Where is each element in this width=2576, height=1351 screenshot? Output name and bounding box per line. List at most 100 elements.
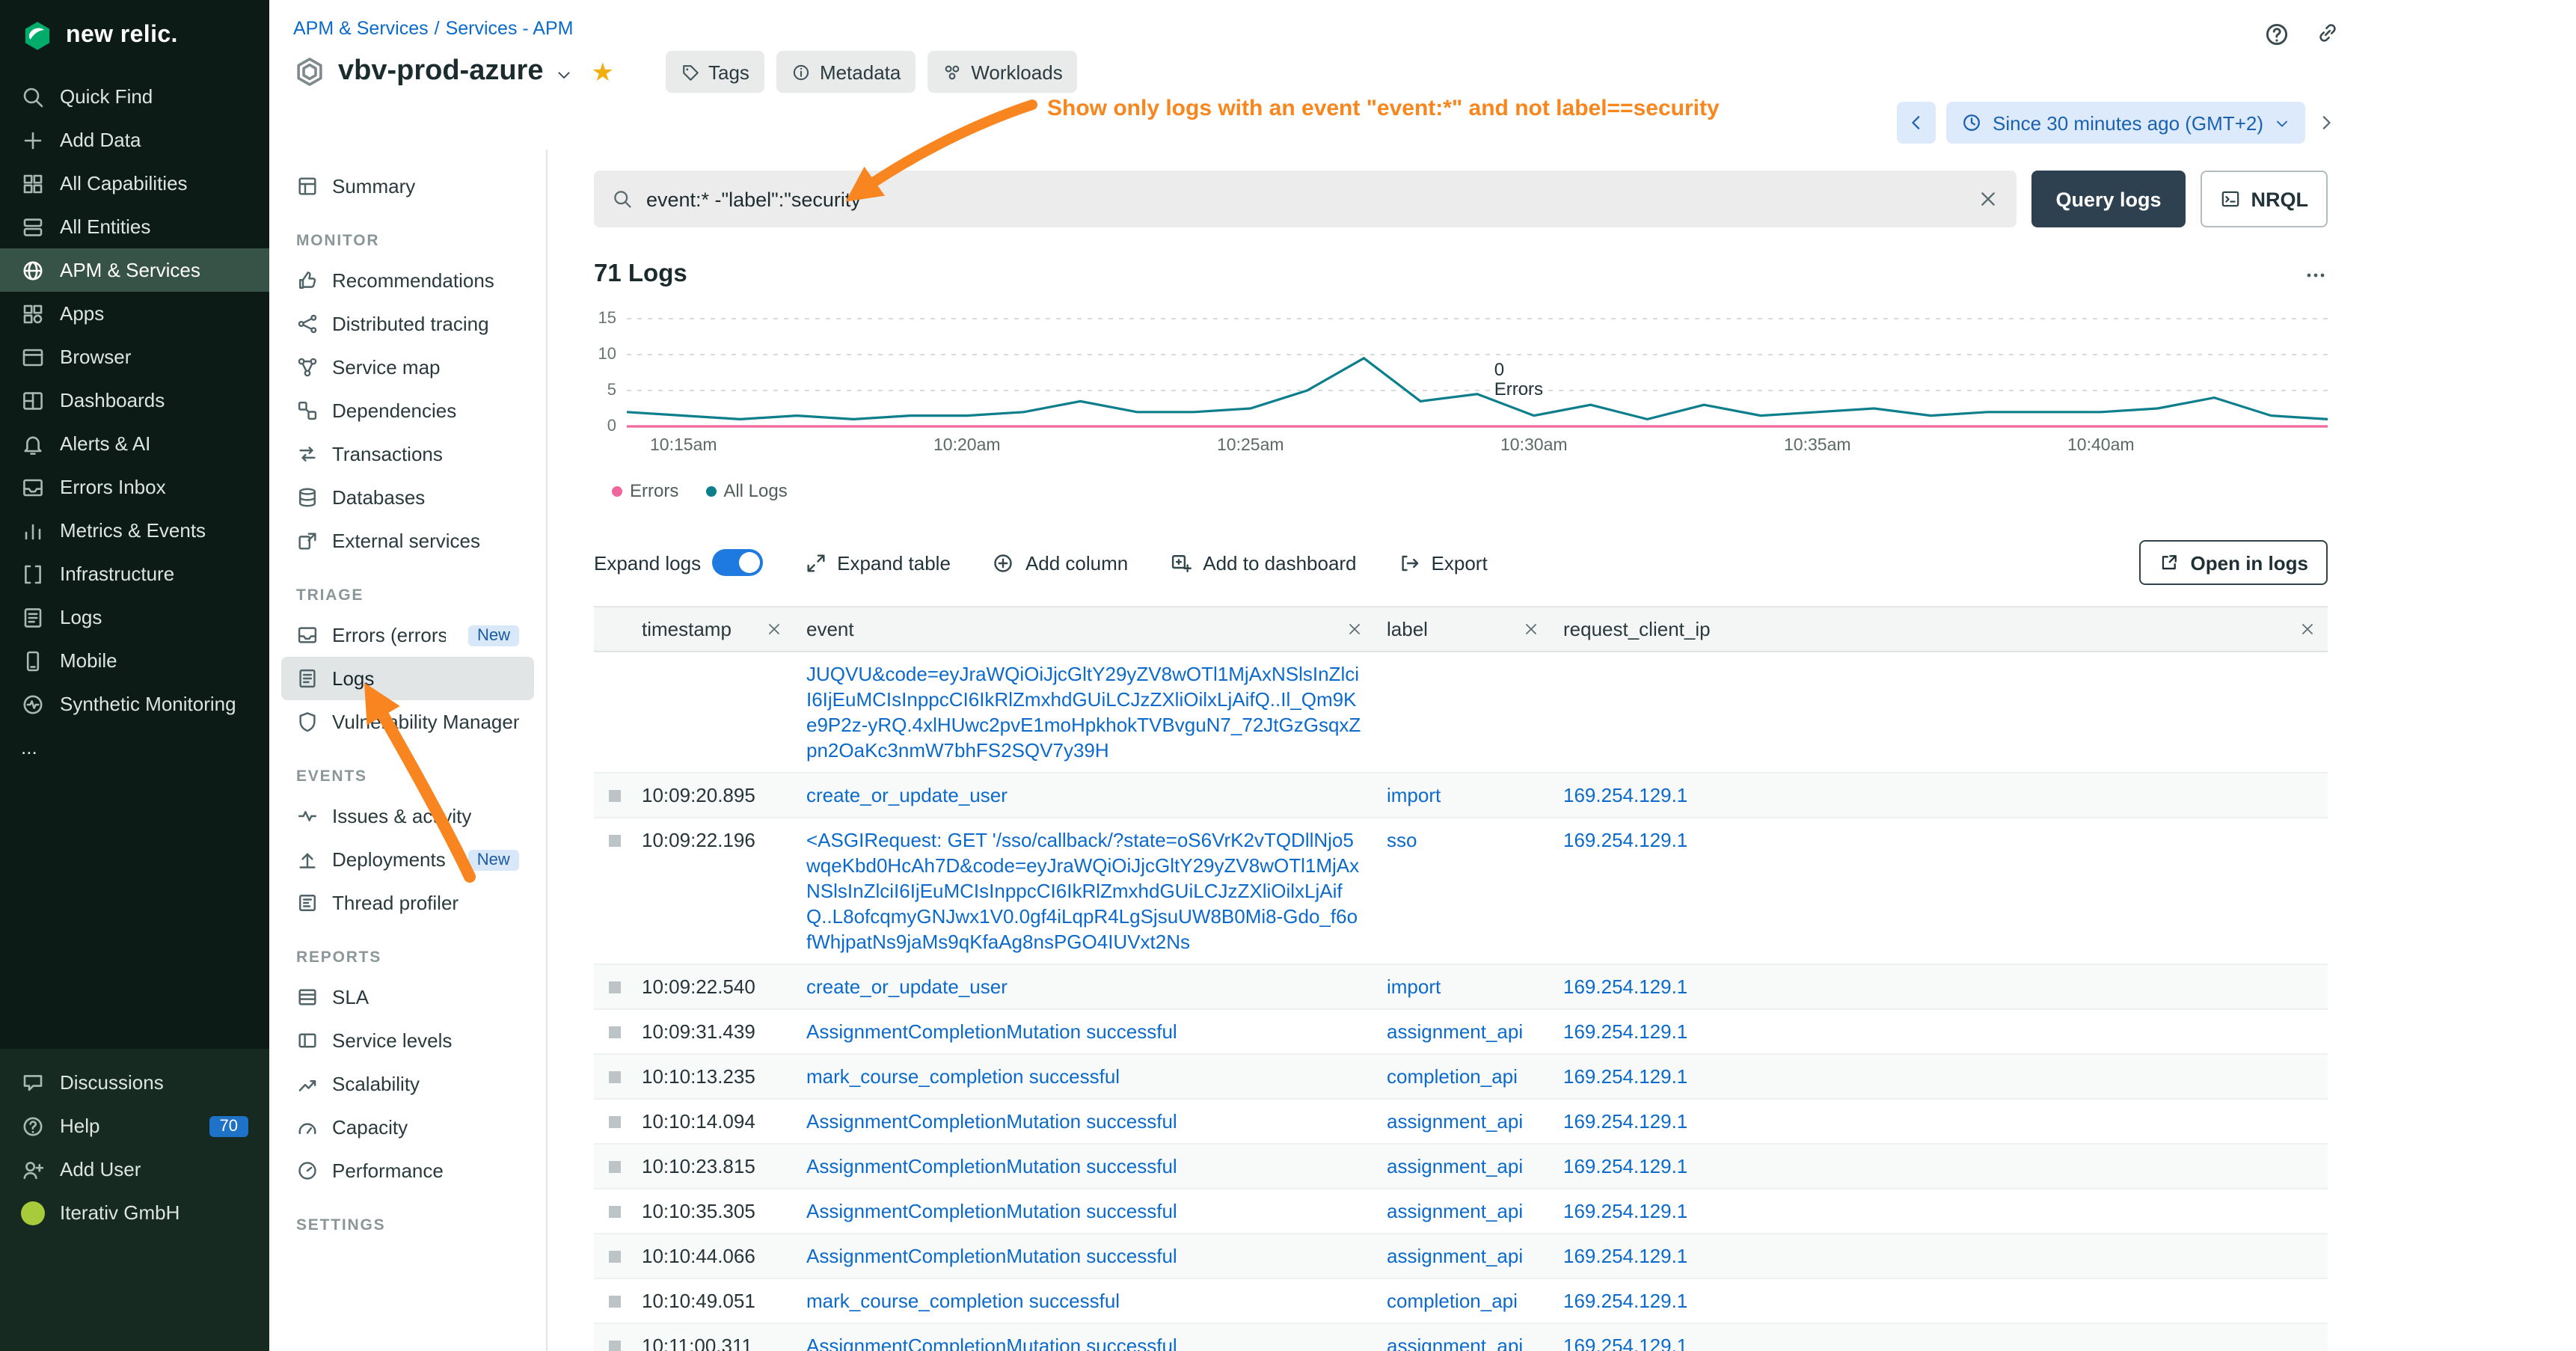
log-event-link[interactable]: AssignmentCompletionMutation successful [806, 1020, 1177, 1043]
query-logs-button[interactable]: Query logs [2031, 171, 2185, 227]
sidebar-item-all-capabilities[interactable]: All Capabilities [0, 162, 269, 205]
nrql-button[interactable]: NRQL [2201, 171, 2328, 227]
table-row[interactable]: 10:09:22.196 <ASGIRequest: GET '/sso/cal… [594, 818, 2328, 965]
logs-search-input[interactable] [646, 188, 1964, 210]
log-label-link[interactable]: completion_api [1387, 1290, 1518, 1312]
sidebar-item-account[interactable]: Iterativ GmbH [0, 1191, 269, 1234]
sidebar-item-alerts-ai[interactable]: Alerts & AI [0, 422, 269, 465]
table-row[interactable]: 10:10:35.305 AssignmentCompletionMutatio… [594, 1189, 2328, 1234]
log-ip-link[interactable]: 169.254.129.1 [1563, 1020, 1687, 1043]
breadcrumb-apm-services[interactable]: APM & Services [293, 18, 429, 39]
subnav-item-service-map[interactable]: Service map [281, 346, 534, 389]
add-to-dashboard-button[interactable]: Add to dashboard [1170, 551, 1356, 574]
clear-search-icon[interactable] [1978, 189, 1999, 209]
sidebar-item-dashboards[interactable]: Dashboards [0, 379, 269, 422]
request-client-ip-column-header[interactable]: request_client_ip [1551, 607, 2328, 651]
log-event-link[interactable]: <ASGIRequest: GET '/sso/callback/?state=… [806, 829, 1359, 953]
sidebar-item-help[interactable]: Help70 [0, 1104, 269, 1148]
sidebar-item-metrics-events[interactable]: Metrics & Events [0, 509, 269, 552]
log-label-link[interactable]: assignment_api [1387, 1245, 1523, 1267]
table-row[interactable]: 10:11:00.311 AssignmentCompletionMutatio… [594, 1324, 2328, 1351]
log-event-link[interactable]: JUQVU&code=eyJraWQiOiJjcGltY29yZV8wOTl1M… [806, 663, 1361, 762]
log-label-link[interactable]: assignment_api [1387, 1200, 1523, 1222]
log-ip-link[interactable]: 169.254.129.1 [1563, 975, 1687, 998]
remove-column-icon[interactable] [766, 621, 782, 637]
remove-column-icon[interactable] [1346, 621, 1363, 637]
log-event-link[interactable]: mark_course_completion successful [806, 1290, 1120, 1312]
time-back-button[interactable] [1897, 102, 1936, 144]
metadata-button[interactable]: Metadata [776, 51, 916, 93]
log-ip-link[interactable]: 169.254.129.1 [1563, 1155, 1687, 1177]
row-checkbox[interactable] [609, 790, 621, 802]
newrelic-logo[interactable]: new relic. [0, 0, 269, 75]
log-label-link[interactable]: assignment_api [1387, 1110, 1523, 1133]
table-row[interactable]: 10:10:49.051 mark_course_completion succ… [594, 1279, 2328, 1324]
subnav-item-vulnerability-management[interactable]: Vulnerability Management [281, 700, 534, 744]
table-row[interactable]: 10:09:20.895 create_or_update_user impor… [594, 773, 2328, 818]
table-row[interactable]: 10:09:31.439 AssignmentCompletionMutatio… [594, 1010, 2328, 1055]
log-ip-link[interactable]: 169.254.129.1 [1563, 829, 1687, 851]
help-circle-icon[interactable] [2263, 21, 2290, 48]
subnav-item-distributed-tracing[interactable]: Distributed tracing [281, 302, 534, 346]
log-ip-link[interactable]: 169.254.129.1 [1563, 1200, 1687, 1222]
sidebar-item-all-entities[interactable]: All Entities [0, 205, 269, 248]
table-row[interactable]: JUQVU&code=eyJraWQiOiJjcGltY29yZV8wOTl1M… [594, 652, 2328, 773]
row-checkbox[interactable] [609, 1296, 621, 1308]
remove-column-icon[interactable] [1523, 621, 1539, 637]
subnav-item-capacity[interactable]: Capacity [281, 1106, 534, 1149]
log-label-link[interactable]: assignment_api [1387, 1335, 1523, 1351]
row-checkbox[interactable] [609, 981, 621, 993]
entity-dropdown-caret[interactable] [556, 65, 574, 83]
subnav-item-transactions[interactable]: Transactions [281, 432, 534, 476]
sidebar-item-errors-inbox[interactable]: Errors Inbox [0, 465, 269, 509]
table-row[interactable]: 10:10:23.815 AssignmentCompletionMutatio… [594, 1145, 2328, 1189]
legend-item-errors[interactable]: Errors [612, 480, 678, 501]
log-label-link[interactable]: sso [1387, 829, 1417, 851]
sidebar-item-synthetic-monitoring[interactable]: Synthetic Monitoring [0, 682, 269, 726]
log-label-link[interactable]: completion_api [1387, 1065, 1518, 1088]
subnav-item-dependencies[interactable]: Dependencies [281, 389, 534, 432]
log-event-link[interactable]: AssignmentCompletionMutation successful [806, 1335, 1177, 1351]
expand-logs-toggle[interactable] [711, 549, 762, 576]
legend-item-all-logs[interactable]: All Logs [705, 480, 787, 501]
subnav-item-sla[interactable]: SLA [281, 975, 534, 1019]
log-ip-link[interactable]: 169.254.129.1 [1563, 1335, 1687, 1351]
row-checkbox[interactable] [609, 1161, 621, 1173]
breadcrumb-services-apm[interactable]: Services - APM [446, 18, 574, 39]
subnav-item-errors-inbox[interactable]: Errors (errors inb...New [281, 613, 534, 657]
logs-search-box[interactable] [594, 171, 2017, 227]
log-event-link[interactable]: AssignmentCompletionMutation successful [806, 1245, 1177, 1267]
table-row[interactable]: 10:10:14.094 AssignmentCompletionMutatio… [594, 1100, 2328, 1145]
remove-column-icon[interactable] [2299, 621, 2316, 637]
time-forward-button[interactable] [2316, 112, 2337, 133]
sidebar-item-discussions[interactable]: Discussions [0, 1061, 269, 1104]
log-event-link[interactable]: create_or_update_user [806, 975, 1008, 998]
expand-table-button[interactable]: Expand table [804, 551, 951, 574]
table-row[interactable]: 10:10:13.235 mark_course_completion succ… [594, 1055, 2328, 1100]
log-label-link[interactable]: import [1387, 975, 1441, 998]
sidebar-item-add-user[interactable]: Add User [0, 1148, 269, 1191]
log-event-link[interactable]: mark_course_completion successful [806, 1065, 1120, 1088]
sidebar-item-add-data[interactable]: Add Data [0, 118, 269, 162]
log-label-link[interactable]: assignment_api [1387, 1020, 1523, 1043]
subnav-item-performance[interactable]: Performance [281, 1149, 534, 1192]
sidebar-item-logs[interactable]: Logs [0, 595, 269, 639]
log-label-link[interactable]: import [1387, 784, 1441, 806]
log-ip-link[interactable]: 169.254.129.1 [1563, 784, 1687, 806]
workloads-button[interactable]: Workloads [927, 51, 1077, 93]
table-row[interactable]: 10:09:22.540 create_or_update_user impor… [594, 965, 2328, 1010]
sidebar-item-infrastructure[interactable]: Infrastructure [0, 552, 269, 595]
row-checkbox[interactable] [609, 1071, 621, 1083]
log-ip-link[interactable]: 169.254.129.1 [1563, 1290, 1687, 1312]
favorite-star-icon[interactable]: ★ [592, 59, 615, 85]
subnav-item-logs[interactable]: Logs [281, 657, 534, 700]
event-column-header[interactable]: event [794, 607, 1375, 651]
row-checkbox[interactable] [609, 835, 621, 847]
export-button[interactable]: Export [1399, 551, 1488, 574]
log-event-link[interactable]: create_or_update_user [806, 784, 1008, 806]
subnav-item-thread-profiler[interactable]: Thread profiler [281, 881, 534, 925]
chart-plot-area[interactable]: 0 Errors [627, 310, 2328, 432]
row-checkbox[interactable] [609, 1341, 621, 1351]
subnav-item-external-services[interactable]: External services [281, 519, 534, 563]
sidebar-item-more[interactable]: ... [0, 726, 269, 769]
